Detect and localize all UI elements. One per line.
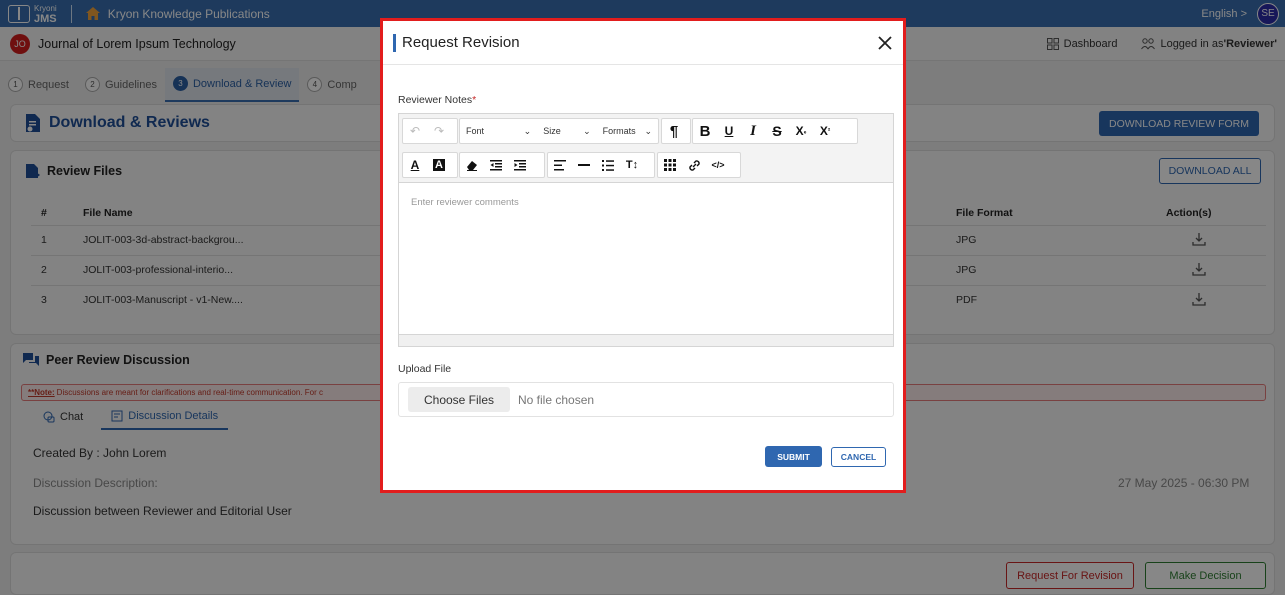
modal-title: Request Revision	[402, 34, 520, 51]
size-select[interactable]: Size ⌄	[537, 120, 596, 142]
indent-icon[interactable]	[510, 154, 530, 176]
rich-text-editor: ↶ ↷ Font ⌄ Size ⌄ Formats ⌄ ¶ B U I S Xₑ X²	[398, 113, 894, 347]
undo-redo-group: ↶ ↷	[402, 118, 458, 144]
chevron-down-icon: ⌄	[583, 125, 591, 136]
font-select-label: Font	[466, 126, 485, 136]
horizontal-rule-icon[interactable]	[574, 154, 594, 176]
formats-select-label: Formats	[602, 126, 636, 136]
close-button[interactable]	[877, 35, 893, 51]
reviewer-notes-label: Reviewer Notes*	[398, 94, 476, 106]
table-icon[interactable]	[660, 154, 680, 176]
indent-group	[459, 152, 545, 178]
paragraph-group: ¶	[661, 118, 691, 144]
ordered-list-icon[interactable]	[598, 154, 618, 176]
font-select[interactable]: Font ⌄	[460, 120, 537, 142]
chevron-down-icon: ⌄	[523, 125, 532, 136]
close-icon[interactable]	[877, 35, 893, 51]
code-view-icon[interactable]: </>	[708, 154, 728, 176]
required-mark: *	[472, 94, 477, 106]
highlight-color-icon[interactable]: A	[429, 154, 449, 176]
title-accent	[393, 33, 396, 52]
cancel-button[interactable]: CANCEL	[831, 447, 886, 467]
formats-select[interactable]: Formats ⌄	[597, 120, 658, 142]
underline-icon[interactable]: U	[719, 120, 739, 142]
subscript-icon[interactable]: Xₑ	[791, 120, 811, 142]
color-group: A A	[402, 152, 458, 178]
insert-group: </>	[657, 152, 741, 178]
italic-icon[interactable]: I	[743, 120, 763, 142]
bold-icon[interactable]: B	[695, 120, 715, 142]
file-upload-field: Choose Files No file chosen	[398, 382, 894, 417]
align-left-icon[interactable]	[550, 154, 570, 176]
line-height-icon[interactable]: T↕	[622, 154, 642, 176]
link-icon[interactable]	[684, 154, 704, 176]
editor-toolbar-row-1: ↶ ↷ Font ⌄ Size ⌄ Formats ⌄ ¶ B U I S Xₑ X²	[399, 114, 893, 148]
superscript-icon[interactable]: X²	[815, 120, 835, 142]
modal-header: Request Revision	[383, 21, 903, 65]
undo-icon[interactable]: ↶	[405, 120, 425, 142]
strikethrough-icon[interactable]: S	[767, 120, 787, 142]
outdent-icon[interactable]	[486, 154, 506, 176]
eraser-icon[interactable]	[462, 154, 482, 176]
choose-files-button[interactable]: Choose Files	[408, 387, 510, 412]
reviewer-notes-text: Reviewer Notes	[398, 94, 473, 106]
align-group: T↕	[547, 152, 655, 178]
paragraph-icon[interactable]: ¶	[664, 120, 684, 142]
select-group: Font ⌄ Size ⌄ Formats ⌄	[459, 118, 659, 144]
editor-toolbar-row-2: A A T↕ </>	[399, 148, 893, 182]
font-color-icon[interactable]: A	[405, 154, 425, 176]
reviewer-notes-textarea[interactable]: Enter reviewer comments	[399, 182, 893, 334]
no-file-status: No file chosen	[518, 392, 595, 407]
editor-placeholder: Enter reviewer comments	[411, 197, 519, 208]
text-style-group: B U I S Xₑ X²	[692, 118, 858, 144]
submit-button[interactable]: SUBMIT	[765, 446, 822, 467]
upload-file-label: Upload File	[398, 363, 452, 375]
redo-icon[interactable]: ↷	[429, 120, 449, 142]
request-revision-modal: Request Revision Reviewer Notes* ↶ ↷ Fon…	[380, 18, 906, 493]
editor-resize-bar[interactable]	[399, 334, 893, 346]
chevron-down-icon: ⌄	[644, 125, 652, 136]
size-select-label: Size	[543, 126, 561, 136]
